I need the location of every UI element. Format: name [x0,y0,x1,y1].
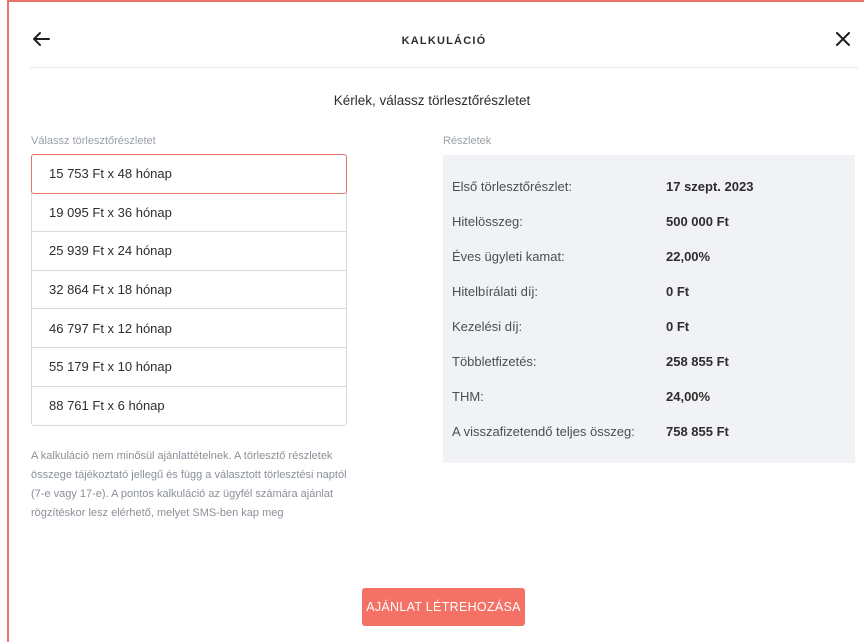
modal-header: KALKULÁCIÓ [30,18,858,68]
detail-row: Többletfizetés: 258 855 Ft [452,350,855,385]
detail-value: 24,00% [666,389,711,404]
detail-label: Többletfizetés: [452,354,537,369]
installment-option[interactable]: 25 939 Ft x 24 hónap [32,232,346,271]
installment-option[interactable]: 32 864 Ft x 18 hónap [32,271,346,310]
detail-row: THM: 24,00% [452,385,855,420]
details-panel: Első törlesztőrészlet: 17 szept. 2023 Hi… [443,155,855,463]
detail-value: 758 855 Ft [666,424,729,439]
installment-option[interactable]: 19 095 Ft x 36 hónap [32,194,346,233]
page-title: KALKULÁCIÓ [401,35,487,47]
detail-value: 22,00% [666,249,711,264]
options-section-label: Válassz törlesztőrészletet [31,135,156,147]
detail-row: Első törlesztőrészlet: 17 szept. 2023 [452,175,855,210]
detail-value: 0 Ft [666,284,690,299]
detail-value: 0 Ft [666,319,690,334]
close-icon[interactable] [832,28,854,50]
detail-label: Hitelbírálati díj: [452,284,538,299]
detail-row: Éves ügyleti kamat: 22,00% [452,245,855,280]
detail-label: Hitelösszeg: [452,214,523,229]
detail-value: 258 855 Ft [666,354,729,369]
detail-row: Kezelési díj: 0 Ft [452,315,855,350]
disclaimer-note: A kalkuláció nem minősül ajánlattételnek… [31,450,347,519]
details-section-label: Részletek [443,135,492,147]
installment-option[interactable]: 55 179 Ft x 10 hónap [32,348,346,387]
detail-label: Kezelési díj: [452,319,523,334]
installment-option[interactable]: 88 761 Ft x 6 hónap [32,387,346,426]
installment-options-list: 15 753 Ft x 48 hónap 19 095 Ft x 36 hóna… [31,154,347,427]
detail-label: A visszafizetendő teljes összeg: [452,424,635,439]
detail-label: Éves ügyleti kamat: [452,249,565,264]
detail-value: 17 szept. 2023 [666,179,754,194]
detail-value: 500 000 Ft [666,214,729,229]
detail-row: A visszafizetendő teljes összeg: 758 855… [452,420,855,455]
detail-label: Első törlesztőrészlet: [452,179,572,194]
installment-option[interactable]: 46 797 Ft x 12 hónap [32,309,346,348]
page-subtitle: Kérlek, válassz törlesztőrészletet [333,93,531,108]
create-offer-button[interactable]: AJÁNLAT LÉTREHOZÁSA [362,588,525,626]
detail-row: Hitelbírálati díj: 0 Ft [452,280,855,315]
installment-option[interactable]: 15 753 Ft x 48 hónap [31,154,347,194]
detail-label: THM: [452,389,484,404]
detail-row: Hitelösszeg: 500 000 Ft [452,210,855,245]
